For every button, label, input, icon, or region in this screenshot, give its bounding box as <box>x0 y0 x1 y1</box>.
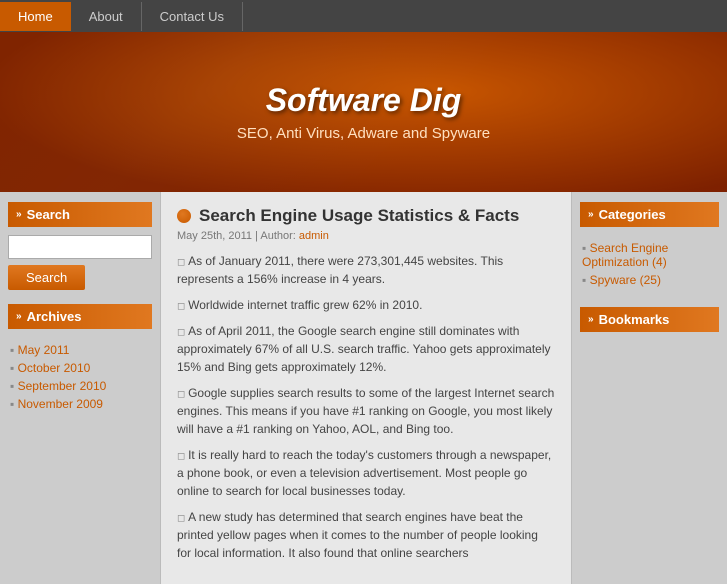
archives-widget: » Archives May 2011 October 2010 Septemb… <box>8 304 152 417</box>
bookmarks-chevron-icon: » <box>588 314 594 325</box>
search-label: Search <box>27 207 70 222</box>
archives-label: Archives <box>27 309 82 324</box>
archive-link-oct2010[interactable]: October 2010 <box>18 361 91 375</box>
archives-section-header: » Archives <box>8 304 152 329</box>
search-widget: » Search Search <box>8 202 152 290</box>
post-paragraph: Worldwide internet traffic grew 62% in 2… <box>177 296 555 314</box>
post-paragraph: It is really hard to reach the today's c… <box>177 446 555 500</box>
post-title: Search Engine Usage Statistics & Facts <box>177 206 555 226</box>
right-sidebar: » Categories Search Engine Optimization … <box>572 192 727 584</box>
archive-item: May 2011 <box>10 341 150 359</box>
left-sidebar: » Search Search » Archives May 2011 Octo… <box>0 192 160 584</box>
archive-link-may2011[interactable]: May 2011 <box>18 343 70 357</box>
post-date: May 25th, 2011 <box>177 230 252 242</box>
post-paragraph: As of January 2011, there were 273,301,4… <box>177 252 555 288</box>
category-link-seo[interactable]: Search Engine Optimization (4) <box>582 241 668 269</box>
post-title-text: Search Engine Usage Statistics & Facts <box>199 206 519 226</box>
categories-list: Search Engine Optimization (4) Spyware (… <box>580 235 719 293</box>
site-subtitle: SEO, Anti Virus, Adware and Spyware <box>237 125 490 142</box>
categories-section-header: » Categories <box>580 202 719 227</box>
navigation: Home About Contact Us <box>0 0 727 32</box>
post-body: As of January 2011, there were 273,301,4… <box>177 252 555 562</box>
nav-item-home[interactable]: Home <box>0 2 71 31</box>
post-meta: May 25th, 2011 | Author: admin <box>177 230 555 242</box>
categories-widget: » Categories Search Engine Optimization … <box>580 202 719 293</box>
archive-item: November 2009 <box>10 395 150 413</box>
main-content: Search Engine Usage Statistics & Facts M… <box>160 192 572 584</box>
archive-link-nov2009[interactable]: November 2009 <box>18 397 103 411</box>
categories-label: Categories <box>599 207 666 222</box>
content-area: » Search Search » Archives May 2011 Octo… <box>0 192 727 584</box>
nav-item-about[interactable]: About <box>71 2 142 31</box>
archive-item: September 2010 <box>10 377 150 395</box>
categories-chevron-icon: » <box>588 209 594 220</box>
post-paragraph: A new study has determined that search e… <box>177 508 555 562</box>
post-paragraph: As of April 2011, the Google search engi… <box>177 322 555 376</box>
site-title: Software Dig <box>266 82 462 119</box>
search-input[interactable] <box>8 235 152 259</box>
category-link-spyware[interactable]: Spyware (25) <box>590 273 661 287</box>
bookmarks-section-header: » Bookmarks <box>580 307 719 332</box>
archives-chevron-icon: » <box>16 311 22 322</box>
category-item: Search Engine Optimization (4) <box>582 239 717 271</box>
post-author-link[interactable]: admin <box>299 230 329 242</box>
archive-item: October 2010 <box>10 359 150 377</box>
bookmarks-widget: » Bookmarks <box>580 307 719 332</box>
search-section-header: » Search <box>8 202 152 227</box>
search-chevron-icon: » <box>16 209 22 220</box>
post-author-label: | Author: <box>255 230 299 242</box>
post-icon <box>177 209 191 223</box>
nav-item-contact[interactable]: Contact Us <box>142 2 243 31</box>
search-button[interactable]: Search <box>8 265 85 290</box>
archive-link-sep2010[interactable]: September 2010 <box>18 379 107 393</box>
post-paragraph: Google supplies search results to some o… <box>177 384 555 438</box>
bookmarks-label: Bookmarks <box>599 312 670 327</box>
category-item: Spyware (25) <box>582 271 717 289</box>
archive-list: May 2011 October 2010 September 2010 Nov… <box>8 337 152 417</box>
site-header: Software Dig SEO, Anti Virus, Adware and… <box>0 32 727 192</box>
